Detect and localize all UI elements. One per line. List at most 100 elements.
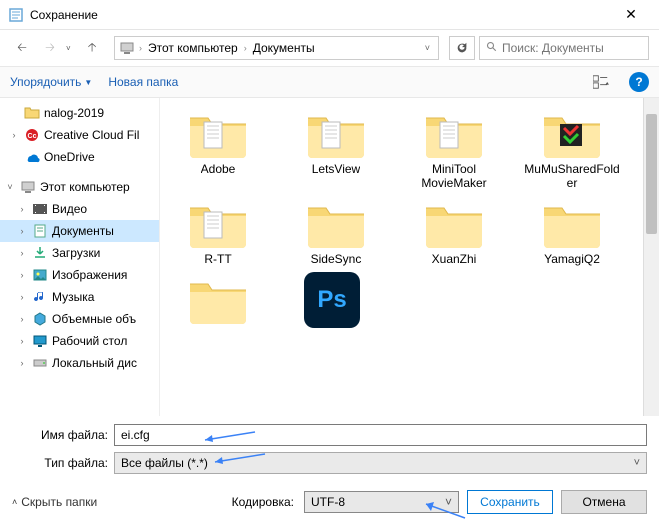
sidebar-item[interactable]: › Документы <box>0 220 159 242</box>
folder-icon <box>304 106 368 162</box>
expander-icon[interactable]: › <box>16 292 28 302</box>
sidebar-item-label: nalog-2019 <box>44 106 104 120</box>
sidebar-item-label: Документы <box>52 224 114 238</box>
sidebar-item-label: Изображения <box>52 268 127 282</box>
refresh-button[interactable] <box>449 36 475 60</box>
sidebar-item[interactable]: › Cc Creative Cloud Fil <box>0 124 159 146</box>
sidebar-item[interactable]: ›Музыка <box>0 286 159 308</box>
images-icon <box>32 267 48 283</box>
content-area: Adobe LetsView MiniTool MovieMaker MuMuShar… <box>160 98 659 416</box>
save-fields: Имя файла: Тип файла: Все файлы (*.*) <box>0 416 659 474</box>
sidebar-item[interactable]: › Локальный дис <box>0 352 159 374</box>
expander-icon[interactable]: › <box>16 358 28 368</box>
history-dropdown[interactable]: ˅ <box>66 44 76 53</box>
folder-icon <box>540 106 604 162</box>
help-button[interactable]: ? <box>629 72 649 92</box>
new-folder-button[interactable]: Новая папка <box>108 75 178 89</box>
sidebar-item-label: Загрузки <box>52 246 100 260</box>
folder-icon <box>24 105 40 121</box>
nav-bar: 🡠 🡢 ˅ 🡡 › Этот компьютер › Документы ˅ <box>0 30 659 66</box>
cc-icon: Cc <box>24 127 40 143</box>
folder-icon: Ps <box>304 272 368 328</box>
folder-item[interactable]: SideSync <box>286 196 386 266</box>
window-title: Сохранение <box>30 8 611 22</box>
expander-icon[interactable]: › <box>16 248 28 258</box>
expander-icon[interactable]: › <box>16 204 28 214</box>
folder-icon <box>422 196 486 252</box>
hide-folders-button[interactable]: ˄ Скрыть папки <box>12 495 97 509</box>
pc-icon <box>119 40 135 56</box>
sidebar-item-label: OneDrive <box>44 150 95 164</box>
breadcrumb-root[interactable]: Этот компьютер <box>146 41 240 55</box>
expander-icon[interactable]: › <box>16 226 28 236</box>
search-input[interactable] <box>502 41 657 55</box>
encoding-label: Кодировка: <box>232 495 294 509</box>
svg-text:Cc: Cc <box>28 133 37 140</box>
folder-label: R-TT <box>204 252 231 266</box>
app-icon <box>8 7 24 23</box>
chevron-right-icon: › <box>242 43 249 53</box>
breadcrumb-dropdown[interactable]: ˅ <box>421 43 434 53</box>
sidebar-item[interactable]: › Видео <box>0 198 159 220</box>
filetype-combo[interactable]: Все файлы (*.*) <box>114 452 647 474</box>
scrollbar-thumb[interactable] <box>646 114 657 234</box>
search-icon <box>486 41 498 56</box>
folder-label: LetsView <box>312 162 360 176</box>
sidebar-item[interactable]: › Рабочий стол <box>0 330 159 352</box>
music-icon <box>32 289 48 305</box>
3d-icon <box>32 311 48 327</box>
folder-item[interactable]: XuanZhi <box>404 196 504 266</box>
sidebar-item-label: Creative Cloud Fil <box>44 128 139 142</box>
folder-item[interactable] <box>168 272 268 328</box>
expander-icon[interactable]: › <box>16 336 28 346</box>
video-icon <box>32 201 48 217</box>
forward-button[interactable]: 🡢 <box>38 36 62 60</box>
cancel-button[interactable]: Отмена <box>561 490 647 514</box>
expander-icon[interactable]: › <box>16 314 28 324</box>
up-button[interactable]: 🡡 <box>80 36 104 60</box>
back-button[interactable]: 🡠 <box>10 36 34 60</box>
folder-icon <box>186 196 250 252</box>
sidebar-item[interactable]: ˅ Этот компьютер <box>0 176 159 198</box>
view-options-button[interactable] <box>589 70 613 94</box>
close-button[interactable]: ✕ <box>611 0 651 30</box>
folder-label: MiniTool MovieMaker <box>404 162 504 190</box>
expander-icon[interactable]: › <box>8 130 20 140</box>
docs-icon <box>32 223 48 239</box>
sidebar-item[interactable]: nalog-2019 <box>0 102 159 124</box>
folder-icon <box>422 106 486 162</box>
sidebar-item-label: Этот компьютер <box>40 180 130 194</box>
folder-icon <box>186 272 250 328</box>
folder-item[interactable]: Ps <box>286 272 386 328</box>
scrollbar-vertical[interactable] <box>643 98 659 416</box>
folder-item[interactable]: MiniTool MovieMaker <box>404 106 504 190</box>
filename-input[interactable] <box>114 424 647 446</box>
sidebar-item-label: Локальный дис <box>52 356 137 370</box>
organize-menu[interactable]: Упорядочить ▼ <box>10 75 92 89</box>
expander-icon[interactable]: › <box>16 270 28 280</box>
folder-item[interactable]: Adobe <box>168 106 268 190</box>
sidebar-item[interactable]: ›Объемные объ <box>0 308 159 330</box>
breadcrumb-current[interactable]: Документы <box>251 41 317 55</box>
sidebar-item[interactable]: › Изображения <box>0 264 159 286</box>
folder-item[interactable]: R-TT <box>168 196 268 266</box>
folder-item[interactable]: LetsView <box>286 106 386 190</box>
folder-icon <box>540 196 604 252</box>
toolbar: Упорядочить ▼ Новая папка ? <box>0 66 659 98</box>
folder-label: Adobe <box>201 162 236 176</box>
search-box[interactable] <box>479 36 649 60</box>
sidebar-item[interactable]: › Загрузки <box>0 242 159 264</box>
sidebar-item[interactable]: OneDrive <box>0 146 159 168</box>
save-button[interactable]: Сохранить <box>467 490 553 514</box>
breadcrumb[interactable]: › Этот компьютер › Документы ˅ <box>114 36 439 60</box>
action-row: ˄ Скрыть папки Кодировка: UTF-8 Сохранит… <box>0 480 659 524</box>
expander-icon[interactable]: ˅ <box>4 182 16 192</box>
folder-label: YamagiQ2 <box>544 252 600 266</box>
folder-item[interactable]: YamagiQ2 <box>522 196 622 266</box>
sidebar-item-label: Рабочий стол <box>52 334 127 348</box>
folder-item[interactable]: MuMuSharedFolder <box>522 106 622 190</box>
titlebar: Сохранение ✕ <box>0 0 659 30</box>
desktop-icon <box>32 333 48 349</box>
sidebar-item-label: Видео <box>52 202 87 216</box>
encoding-combo[interactable]: UTF-8 <box>304 491 459 513</box>
